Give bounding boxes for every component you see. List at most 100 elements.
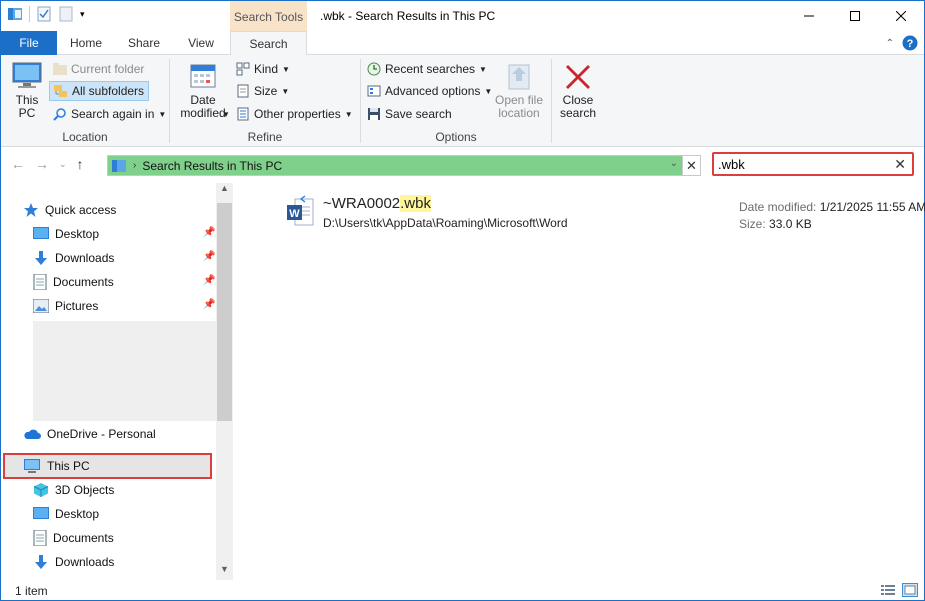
date-modified-button[interactable]: Date modified ▼ [174, 61, 232, 120]
maximize-button[interactable] [832, 1, 878, 31]
navigation-pane: Quick access Desktop 📌 Downloads 📌 Docum… [1, 183, 233, 580]
size-button[interactable]: Size ▼ [236, 81, 289, 101]
all-subfolders-button[interactable]: All subfolders [49, 81, 150, 101]
sidebar-item-documents[interactable]: Documents [33, 271, 114, 293]
customize-toolbar-icon[interactable]: ▾ [80, 9, 85, 20]
tab-search[interactable]: Search [230, 31, 307, 56]
new-folder-icon[interactable] [58, 6, 74, 22]
open-file-location-button[interactable]: Open file location [491, 61, 547, 120]
kind-button[interactable]: Kind ▼ [236, 59, 290, 79]
search-input[interactable] [718, 156, 888, 172]
tab-view[interactable]: View [173, 31, 229, 55]
address-row: ← → ⌄ ↑ › Search Results in This PC ⌄ ✕ … [1, 147, 924, 183]
tab-share[interactable]: Share [115, 31, 173, 55]
refine-group: Date modified ▼ Kind ▼ Size ▼ Other prop… [170, 55, 360, 147]
obscured-region [33, 321, 217, 421]
cube-icon [33, 483, 49, 497]
scroll-down-icon[interactable]: ▼ [216, 564, 233, 580]
status-bar: 1 item [1, 580, 924, 600]
results-pane: W ~WRA0002.wbk D:\Users\tk\AppData\Roami… [233, 183, 925, 580]
star-icon [24, 203, 38, 217]
documents-icon [33, 274, 47, 290]
window-title: .wbk - Search Results in This PC [320, 9, 496, 23]
stop-search-button[interactable]: ✕ [682, 156, 700, 175]
chevron-down-icon: ▼ [281, 86, 290, 96]
recent-locations-icon[interactable]: ⌄ [59, 159, 67, 170]
sidebar-item-downloads[interactable]: Downloads [33, 247, 114, 269]
address-path: Search Results in This PC [142, 158, 283, 173]
search-icon [53, 108, 66, 121]
computer-icon [12, 62, 42, 88]
scroll-up-icon[interactable]: ▲ [216, 183, 233, 199]
chevron-down-icon: ▼ [282, 64, 290, 74]
file-name: ~WRA0002.wbk [323, 195, 431, 212]
breadcrumb-separator-icon: › [133, 160, 137, 171]
recent-searches-button[interactable]: Recent searches ▼ [367, 59, 487, 79]
large-icons-view-icon[interactable] [902, 583, 918, 597]
chevron-down-icon: ▼ [222, 110, 230, 119]
location-group-label: Location [62, 130, 108, 144]
close-search-button[interactable]: Close search [556, 61, 600, 120]
other-properties-button[interactable]: Other properties ▼ [236, 104, 353, 124]
folder-icon [53, 63, 67, 75]
search-results-folder-icon [112, 159, 126, 172]
sidebar-item-onedrive[interactable]: OneDrive - Personal [23, 423, 156, 445]
quick-access-item[interactable]: Quick access [23, 199, 116, 221]
ribbon-tabs: File Home Share View Search ⌃ ? [1, 31, 924, 56]
pin-icon[interactable]: 📌 [203, 275, 215, 286]
item-count: 1 item [15, 584, 48, 598]
address-bar[interactable]: › Search Results in This PC ⌄ ✕ [107, 155, 701, 176]
save-search-button[interactable]: Save search [367, 104, 452, 124]
advanced-options-icon [367, 85, 381, 97]
sidebar-item-3d-objects[interactable]: 3D Objects [33, 479, 114, 501]
open-file-location-label: Open file location [494, 93, 544, 120]
details-view-icon[interactable] [880, 583, 896, 597]
pictures-icon [33, 299, 49, 313]
search-tools-context-tab: Search Tools [230, 1, 307, 31]
sidebar-item-downloads-pc[interactable]: Downloads [33, 551, 114, 573]
tab-home[interactable]: Home [57, 31, 115, 55]
pin-icon[interactable]: 📌 [203, 227, 215, 238]
size-icon [237, 84, 249, 98]
search-again-in-button[interactable]: Search again in ▼ [53, 104, 166, 124]
sidebar-item-desktop[interactable]: Desktop [33, 223, 99, 245]
search-box[interactable]: ✕ [712, 152, 914, 176]
computer-icon [24, 459, 40, 473]
back-arrow-icon[interactable]: ← [11, 156, 25, 172]
pin-icon[interactable]: 📌 [203, 299, 215, 310]
sidebar-item-documents-pc[interactable]: Documents [33, 527, 114, 549]
close-button[interactable] [878, 1, 924, 31]
svg-text:W: W [289, 208, 300, 220]
collapse-ribbon-icon[interactable]: ⌃ [886, 38, 894, 49]
tab-file[interactable]: File [1, 31, 57, 55]
forward-arrow-icon[interactable]: → [35, 156, 49, 172]
minimize-button[interactable] [786, 1, 832, 31]
word-document-icon: W [287, 195, 314, 226]
up-arrow-icon[interactable]: ↑ [77, 156, 84, 172]
properties-icon[interactable] [36, 6, 52, 22]
sidebar-item-desktop-pc[interactable]: Desktop [33, 503, 99, 525]
options-group: Recent searches ▼ Advanced options ▼ Sav… [361, 55, 551, 147]
calendar-icon [190, 64, 216, 88]
explorer-folder-icon[interactable] [7, 6, 23, 22]
this-pc-label: This PC [15, 93, 39, 120]
advanced-options-button[interactable]: Advanced options ▼ [367, 81, 492, 101]
desktop-icon [33, 507, 49, 519]
open-file-location-icon [508, 64, 530, 90]
this-pc-button[interactable]: This PC [7, 61, 47, 120]
nav-scrollbar-thumb[interactable] [217, 203, 232, 421]
help-icon[interactable]: ? [902, 35, 918, 51]
current-folder-button[interactable]: Current folder [53, 59, 144, 79]
title-bar: ▾ Search Tools .wbk - Search Results in … [1, 1, 924, 31]
clear-search-icon[interactable]: ✕ [894, 156, 906, 173]
options-group-label: Options [435, 130, 477, 144]
download-arrow-icon [35, 555, 47, 569]
recent-searches-icon [367, 62, 381, 76]
close-search-label: Close search [559, 93, 597, 120]
download-arrow-icon [35, 251, 47, 265]
sidebar-item-pictures[interactable]: Pictures [33, 295, 98, 317]
desktop-icon [33, 227, 49, 239]
sidebar-item-this-pc[interactable]: This PC [23, 455, 90, 477]
pin-icon[interactable]: 📌 [203, 251, 215, 262]
chevron-down-icon[interactable]: ⌄ [670, 158, 678, 169]
